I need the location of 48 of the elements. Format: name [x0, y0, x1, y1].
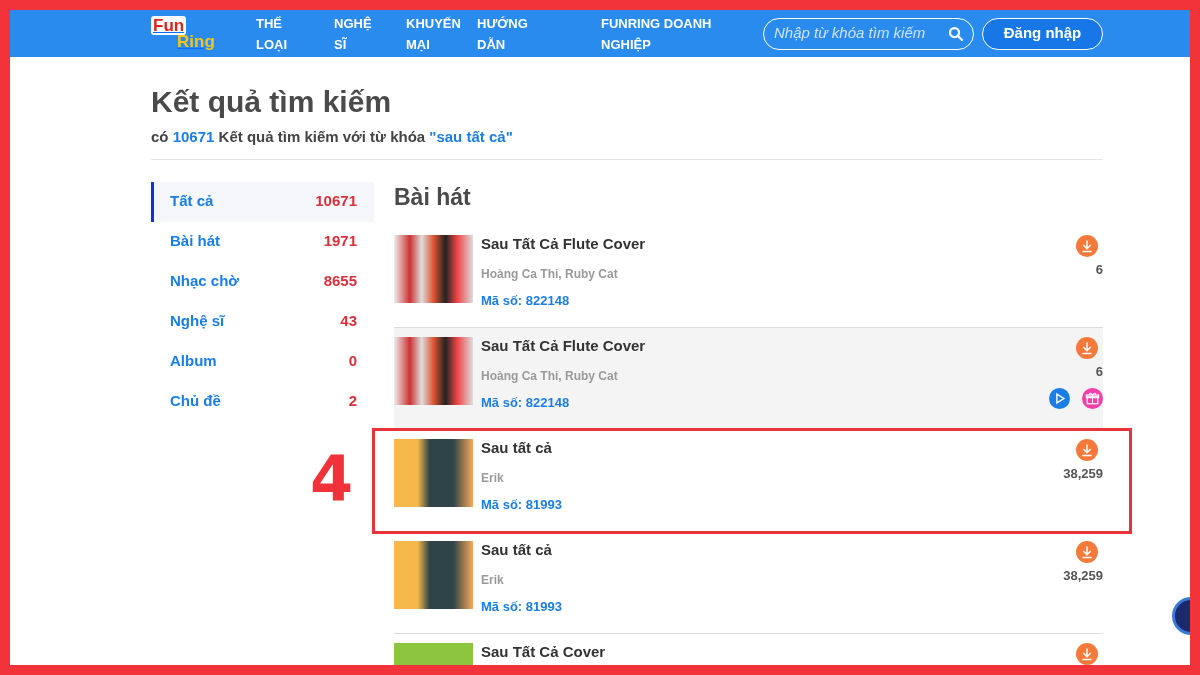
category-item[interactable]: Album 0: [151, 341, 374, 382]
song-row[interactable]: Sau tất cả Erik Mã số: 81993 38,259: [394, 429, 1103, 532]
category-item[interactable]: Nghệ sĩ 43: [151, 301, 374, 342]
song-title[interactable]: Sau Tất Cả Cover: [481, 642, 1033, 661]
section-title: Bài hát: [394, 182, 472, 212]
download-count: 38,259: [1063, 464, 1103, 483]
nav-link[interactable]: THỂ LOẠI: [256, 12, 296, 55]
nav-link[interactable]: KHUYẾN MẠI: [406, 12, 461, 55]
nav-link[interactable]: HƯỚNG DẪN: [477, 12, 532, 55]
song-code: Mã số: 81993: [481, 495, 563, 514]
category-item[interactable]: Nhạc chờ 8655: [151, 261, 374, 302]
download-icon[interactable]: [1076, 234, 1098, 257]
artist-name: Erik: [481, 469, 505, 487]
song-row[interactable]: Sau Tất Cả Flute Cover Hoàng Ca Thi, Ruby Cat Mã số: 822148 6: [394, 327, 1103, 430]
download-count: 6: [1095, 362, 1103, 381]
song-title[interactable]: Sau tất cả: [481, 438, 1033, 457]
song-row[interactable]: Sau Tất Cả Cover: [394, 633, 1103, 665]
song-code: Mã số: 822148: [481, 393, 571, 412]
play-icon[interactable]: [1049, 388, 1070, 409]
page-title: Kết quả tìm kiếm: [151, 84, 393, 120]
category-item[interactable]: Chủ đề 2: [151, 381, 374, 422]
song-title[interactable]: Sau Tất Cả Flute Cover: [481, 336, 1033, 355]
search-summary: có 10671 Kết quả tìm kiếm với từ khóa "sau tất cả": [151, 126, 1103, 160]
song-row[interactable]: Sau Tất Cả Flute Cover Hoàng Ca Thi, Ruby Cat Mã số: 822148 6: [394, 225, 1103, 328]
artist-name: Hoàng Ca Thi, Ruby Cat: [481, 367, 619, 385]
song-code: Mã số: 822148: [481, 291, 571, 310]
nav-link[interactable]: FUNRING DOANH NGHIỆP: [601, 12, 721, 55]
download-count: 6: [1095, 260, 1103, 279]
gift-icon[interactable]: [1082, 388, 1103, 409]
nav-link[interactable]: NGHỆ SĨ: [334, 12, 370, 55]
download-icon[interactable]: [1076, 642, 1098, 665]
logo-link[interactable]: Fun Ring: [151, 17, 221, 50]
song-code: Mã số: 81993: [481, 597, 563, 616]
song-title[interactable]: Sau Tất Cả Flute Cover: [481, 234, 1033, 253]
search-icon[interactable]: [947, 24, 965, 43]
download-icon[interactable]: [1076, 438, 1098, 461]
search-field[interactable]: Nhập từ khóa tìm kiếm: [763, 17, 974, 50]
category-item[interactable]: Bài hát 1971: [151, 221, 374, 262]
category-item[interactable]: Tất cả 10671: [151, 181, 374, 222]
download-icon[interactable]: [1076, 336, 1098, 359]
artist-name: Hoàng Ca Thi, Ruby Cat: [481, 265, 619, 283]
song-title[interactable]: Sau tất cả: [481, 540, 1033, 559]
login-button[interactable]: Đăng nhập: [982, 17, 1103, 50]
artist-name: Erik: [481, 571, 505, 589]
download-icon[interactable]: [1076, 540, 1098, 563]
annotation-number: 4: [310, 447, 354, 510]
song-row[interactable]: Sau tất cả Erik Mã số: 81993 38,259: [394, 531, 1103, 634]
download-count: 38,259: [1063, 566, 1103, 585]
